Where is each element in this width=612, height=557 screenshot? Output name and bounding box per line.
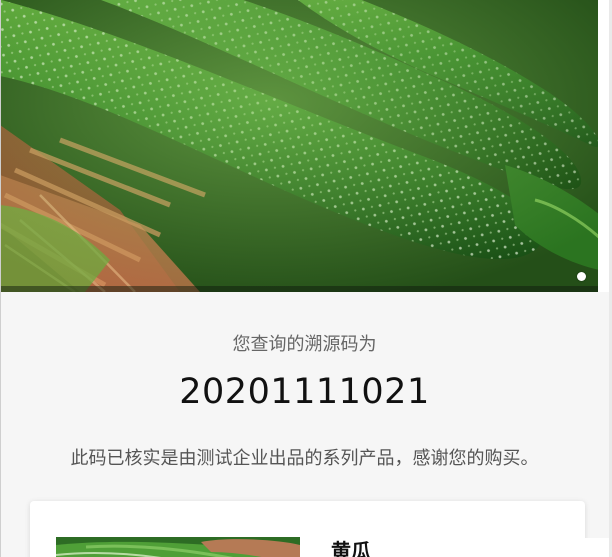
page-border-left xyxy=(0,0,1,557)
product-hero-image xyxy=(0,0,598,292)
cucumber-thumbnail-image xyxy=(56,537,300,557)
product-card[interactable]: 黄瓜 xyxy=(30,501,585,557)
cucumber-image xyxy=(0,0,598,292)
product-name: 黄瓜 xyxy=(331,539,371,557)
carousel-dot-indicator[interactable] xyxy=(577,272,586,281)
trace-query-label: 您查询的溯源码为 xyxy=(232,334,377,355)
verification-message: 此码已核实是由测试企业出品的系列产品，感谢您的购买。 xyxy=(70,448,539,469)
page-corner xyxy=(570,538,609,557)
trace-info-panel: 您查询的溯源码为 20201111021 此码已核实是由测试企业出品的系列产品，… xyxy=(0,292,609,557)
trace-code-value: 20201111021 xyxy=(179,372,430,412)
product-thumbnail xyxy=(56,537,300,557)
